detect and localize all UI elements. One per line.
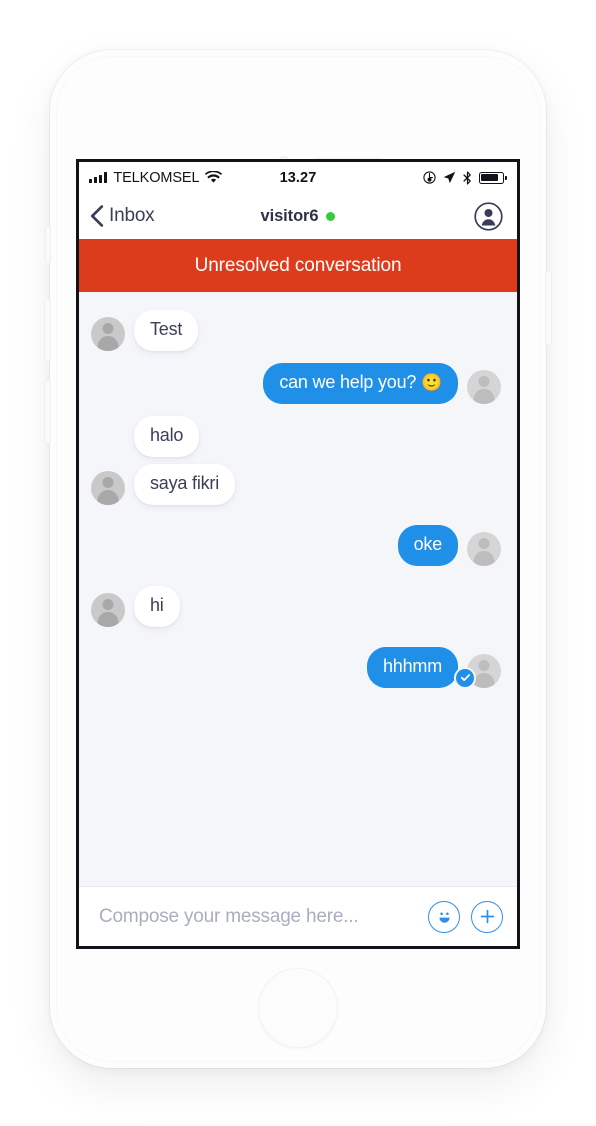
message-row: Test [91, 310, 501, 351]
location-arrow-icon [443, 171, 456, 184]
slight-smile-emoji-icon: 🙂 [421, 372, 442, 392]
read-receipt-check-icon [456, 668, 474, 687]
message-bubble[interactable]: can we help you? 🙂 [263, 362, 458, 404]
message-input[interactable] [99, 905, 417, 928]
avatar [467, 369, 501, 404]
message-row: halo [91, 415, 501, 457]
avatar-with-receipt [456, 653, 501, 688]
message-bubble[interactable]: hi [134, 585, 180, 627]
chevron-left-icon [90, 205, 104, 227]
silent-switch-button[interactable] [45, 226, 51, 264]
message-bubble[interactable]: oke [397, 524, 458, 566]
back-button-label: Inbox [109, 205, 155, 226]
screenshot-root: TELKOMSEL 13.27 Inbox visitor6 Unresolve… [0, 0, 596, 1126]
volume-down-button[interactable] [44, 380, 51, 444]
avatar [91, 470, 125, 505]
alarm-rotation-lock-icon [423, 171, 436, 184]
avatar [91, 316, 125, 351]
message-row: oke [91, 524, 501, 566]
plus-icon [480, 909, 494, 924]
home-button[interactable] [258, 968, 338, 1048]
phone-screen: TELKOMSEL 13.27 Inbox visitor6 Unresolve… [76, 159, 520, 949]
volume-up-button[interactable] [44, 298, 51, 362]
message-row: hhhmm [91, 646, 501, 688]
message-bubble[interactable]: halo [134, 415, 200, 457]
status-bar-right [423, 170, 507, 185]
compose-bar [79, 886, 517, 946]
message-bubble[interactable]: hhhmm [366, 646, 458, 688]
emoji-picker-button[interactable] [428, 900, 460, 933]
online-status-dot [326, 211, 336, 221]
message-bubble[interactable]: saya fikri [134, 463, 236, 505]
avatar [91, 592, 125, 627]
power-button[interactable] [545, 270, 552, 346]
message-row: saya fikri [91, 463, 501, 505]
message-text: can we help you? [279, 371, 417, 392]
page-title: visitor6 [260, 206, 319, 225]
status-bar: TELKOMSEL 13.27 [79, 162, 517, 193]
avatar [467, 531, 501, 566]
smiley-face-icon [438, 912, 450, 923]
back-to-inbox-button[interactable]: Inbox [90, 205, 155, 227]
message-row: hi [91, 585, 501, 627]
bluetooth-icon [463, 170, 472, 185]
user-circle-icon [474, 201, 503, 231]
message-bubble[interactable]: Test [134, 310, 199, 351]
message-row: can we help you? 🙂 [91, 362, 501, 404]
attachment-add-button[interactable] [471, 900, 503, 933]
message-list[interactable]: Test can we help you? 🙂 halo saya fikri [79, 292, 517, 892]
status-banner: Unresolved conversation [79, 239, 517, 292]
navigation-bar: Inbox visitor6 [79, 193, 517, 239]
profile-button[interactable] [474, 201, 503, 231]
battery-icon [479, 171, 507, 184]
